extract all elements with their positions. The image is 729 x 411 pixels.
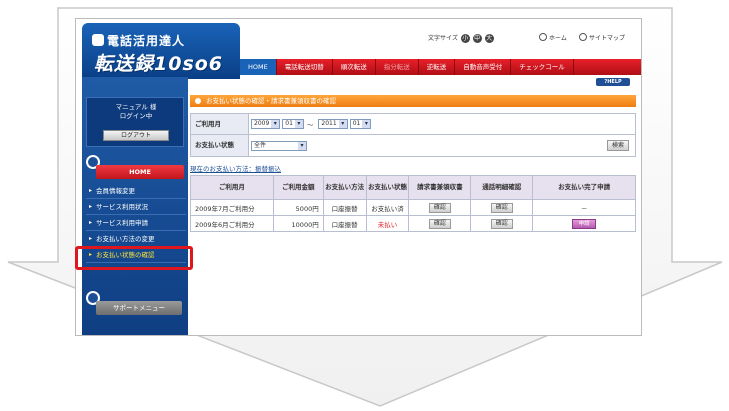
nav-item-home[interactable]: HOME [240, 59, 277, 75]
search-button[interactable]: 検索 [607, 140, 629, 151]
sitemap-icon [579, 33, 587, 41]
login-status: ログイン中 [119, 112, 153, 120]
cell-month: 2009年6月ご利用分 [190, 215, 274, 232]
logo-line1: 電話活用達人 [107, 34, 186, 48]
table-header-row: ご利用月 ご利用金額 お支払い方法 お支払い状態 請求書兼領収書 通話明細確認 … [190, 175, 636, 200]
cell-detail: 確認 [470, 199, 534, 216]
browser-screen: 電話活用達人 転送録10so6 文字サイズ 小 中 大 ホーム サイトマップ H… [75, 18, 642, 336]
col-header-status: お支払い状態 [365, 175, 410, 200]
sidebar-item-member-info[interactable]: 会員情報変更 [86, 183, 186, 199]
cell-apply: 申請 [532, 215, 636, 232]
payment-table: ご利用月 ご利用金額 お支払い方法 お支払い状態 請求書兼領収書 通話明細確認 … [190, 175, 636, 232]
nav-item-check-call[interactable]: チェックコール [511, 59, 574, 75]
font-size-label: 文字サイズ [428, 35, 458, 42]
col-header-invoice: 請求書兼領収書 [408, 175, 472, 200]
table-row: 2009年7月ご利用分 5000円 口座振替 お支払い済 確認 確認 － [190, 199, 636, 216]
nav-item-auto-voice[interactable]: 自動音声受付 [455, 59, 512, 75]
status-row: お支払い状態 全件 検索 [191, 135, 635, 156]
phone-icon [92, 34, 104, 46]
nav-item-sequential[interactable]: 順次転送 [333, 59, 376, 75]
logout-button[interactable]: ログアウト [103, 130, 169, 141]
cell-amount: 10000円 [272, 215, 324, 232]
nav-item-transfer-switch[interactable]: 電話転送切替 [277, 59, 333, 75]
user-name: マニュアル 様 [115, 103, 157, 111]
font-medium-button[interactable]: 中 [472, 34, 482, 43]
to-year-select[interactable]: 2011 [318, 119, 348, 129]
status-label: お支払い状態 [191, 135, 249, 156]
sitemap-link[interactable]: サイトマップ [579, 33, 625, 43]
period-tilde: ～ [306, 121, 314, 129]
sitemap-link-label: サイトマップ [589, 35, 626, 42]
main-nav: HOME 電話転送切替 順次転送 指分転送 逆転送 自動音声受付 チェックコール [240, 59, 641, 75]
font-large-button[interactable]: 大 [484, 34, 494, 43]
sidebar-item-payment-method[interactable]: お支払い方法の変更 [86, 231, 186, 247]
status-select[interactable]: 全件 [251, 140, 307, 151]
home-link-label: ホーム [549, 35, 567, 42]
col-header-apply: お支払い完了申請 [532, 175, 636, 200]
nav-item-reverse[interactable]: 逆転送 [419, 59, 456, 75]
cell-method: 口座振替 [322, 199, 367, 216]
apply-completion-button[interactable]: 申請 [572, 218, 597, 229]
cell-invoice: 確認 [408, 199, 472, 216]
font-small-button[interactable]: 小 [460, 34, 470, 43]
cell-apply: － [532, 199, 636, 216]
table-row: 2009年6月ご利用分 10000円 口座振替 未払い 確認 確認 申請 [190, 215, 636, 232]
period-label: ご利用月 [191, 114, 249, 134]
invoice-confirm-button[interactable]: 確認 [428, 202, 451, 213]
from-year-select[interactable]: 2009 [251, 119, 281, 129]
cell-detail: 確認 [470, 215, 534, 232]
cell-amount: 5000円 [272, 199, 324, 216]
site-logo[interactable]: 電話活用達人 転送録10so6 [82, 23, 240, 79]
cell-status: 未払い [365, 215, 410, 232]
font-size-control: 文字サイズ 小 中 大 [428, 33, 494, 43]
site-header: 電話活用達人 転送録10so6 文字サイズ 小 中 大 ホーム サイトマップ H… [76, 19, 641, 79]
from-month-select[interactable]: 01 [282, 119, 304, 129]
col-header-month: ご利用月 [190, 175, 274, 200]
home-link[interactable]: ホーム [539, 33, 567, 43]
sidebar: マニュアル 様 ログイン中 ログアウト HOME 会員情報変更 サービス利用状況… [82, 77, 188, 335]
detail-confirm-button[interactable]: 確認 [490, 202, 513, 213]
logo-line2: 転送録10so6 [94, 53, 224, 75]
page-title: お支払い状態の確認・請求書兼領収書の確認 [190, 95, 636, 107]
col-header-method: お支払い方法 [322, 175, 367, 200]
main-content: お支払い状態の確認・請求書兼領収書の確認 ご利用月 2009 01 ～ 2011… [190, 95, 636, 232]
cell-invoice: 確認 [408, 215, 472, 232]
search-form: ご利用月 2009 01 ～ 2011 01 お支払い状態 全件 検索 [190, 113, 636, 157]
period-row: ご利用月 2009 01 ～ 2011 01 [191, 114, 635, 135]
to-month-select[interactable]: 01 [349, 119, 372, 129]
invoice-confirm-button[interactable]: 確認 [428, 218, 451, 229]
help-button[interactable]: ?HELP [596, 78, 630, 86]
sidebar-item-usage-request[interactable]: サービス利用申請 [86, 215, 186, 231]
cell-month: 2009年7月ご利用分 [190, 199, 274, 216]
cell-method: 口座振替 [322, 215, 367, 232]
col-header-detail: 通話明細確認 [470, 175, 534, 200]
highlight-frame [75, 246, 193, 270]
col-header-amount: ご利用金額 [272, 175, 324, 200]
sidebar-item-usage-status[interactable]: サービス利用状況 [86, 199, 186, 215]
nav-item-split[interactable]: 指分転送 [376, 59, 419, 75]
cell-status: お支払い済 [365, 199, 410, 216]
home-icon [539, 33, 547, 41]
payment-method-text: 現在のお支払い方法：振替振込 [190, 165, 281, 173]
detail-confirm-button[interactable]: 確認 [490, 218, 513, 229]
user-box: マニュアル 様 ログイン中 ログアウト [86, 97, 184, 147]
support-menu-button[interactable]: サポートメニュー [96, 301, 182, 315]
sidebar-home-button[interactable]: HOME [96, 165, 184, 179]
